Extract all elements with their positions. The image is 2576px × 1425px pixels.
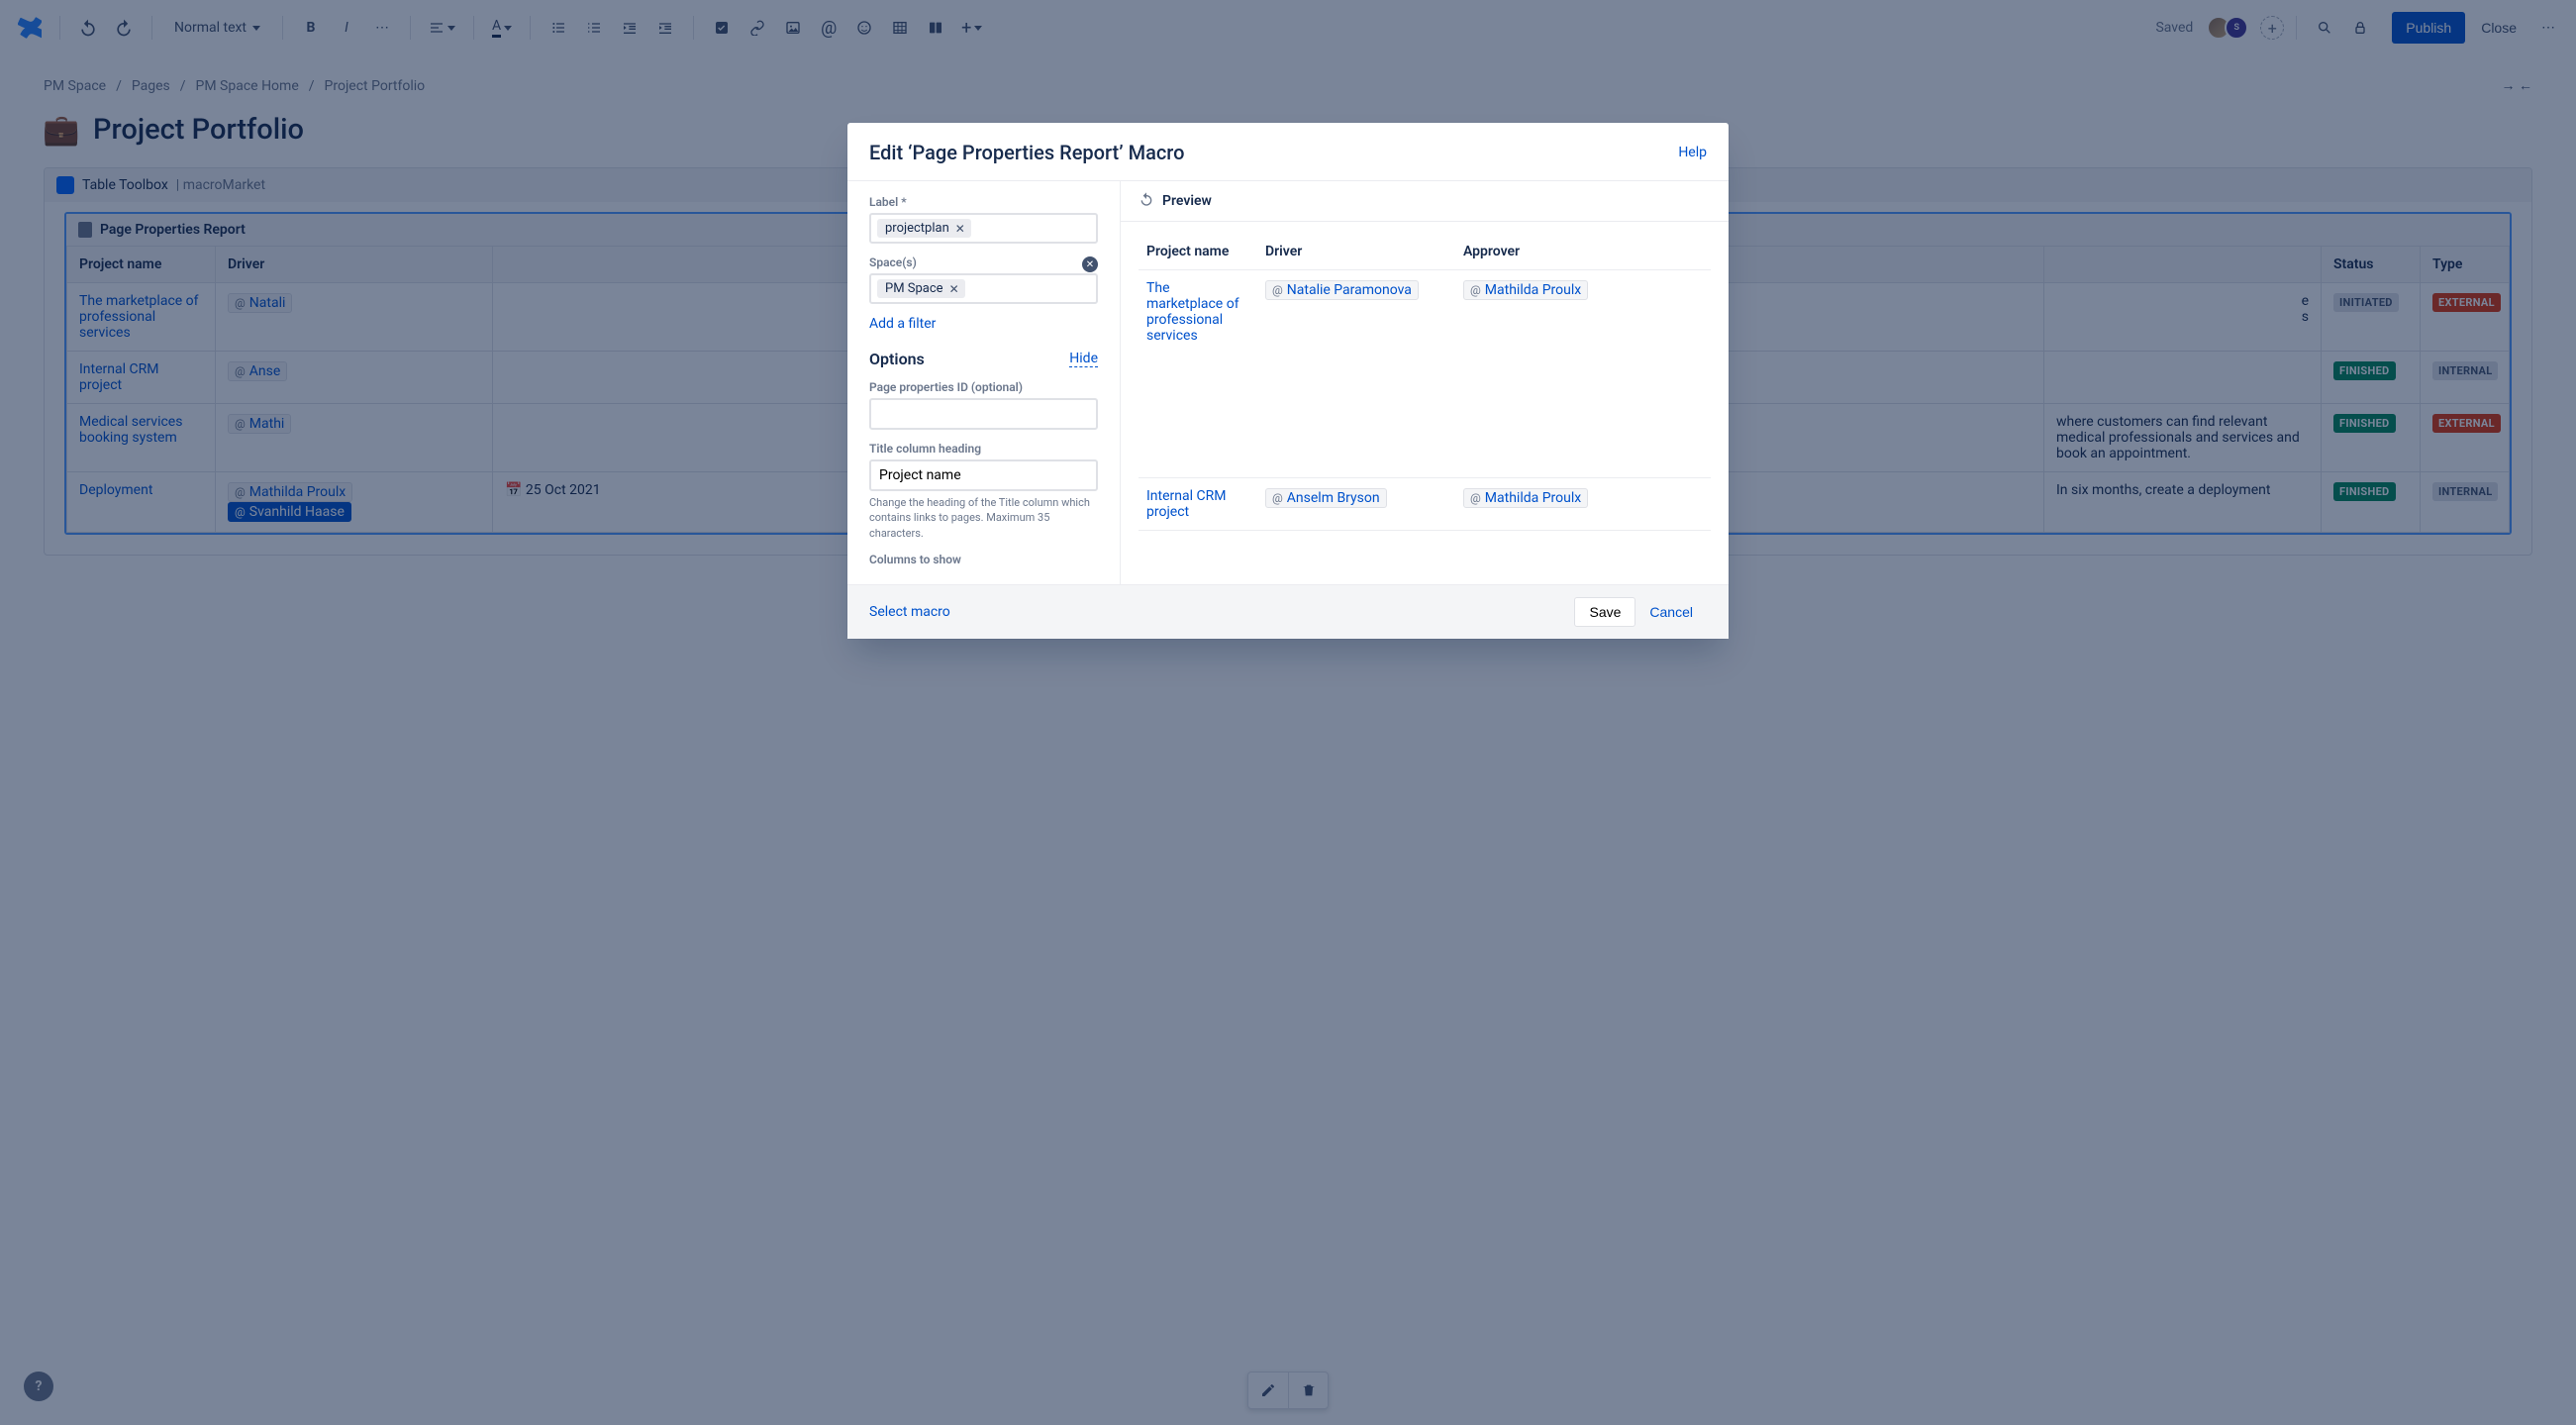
project-link[interactable]: The marketplace of professional services (1146, 280, 1239, 344)
label-input[interactable]: projectplan ✕ (869, 213, 1098, 244)
refresh-icon[interactable] (1139, 191, 1154, 211)
options-header: Options Hide (869, 350, 1098, 368)
modal-overlay: Edit ‘Page Properties Report’ Macro Help… (0, 0, 2576, 1425)
project-link[interactable]: Internal CRM project (1146, 488, 1226, 520)
preview-header: Preview (1121, 181, 1729, 222)
preview-column-header: Project name (1139, 234, 1257, 270)
preview-row: The marketplace of professional services… (1139, 270, 1711, 478)
field-label: Space(s) (869, 255, 917, 269)
field-label: Label * (869, 195, 1098, 209)
save-button[interactable]: Save (1574, 597, 1635, 627)
tag-text: projectplan (885, 221, 949, 236)
tag-text: PM Space (885, 281, 943, 296)
space-tag: PM Space ✕ (877, 279, 965, 298)
modal-preview-pane: Preview Project name Driver Approver (1121, 181, 1729, 584)
preview-column-header: Driver (1257, 234, 1455, 270)
title-column-heading-input[interactable] (869, 459, 1098, 491)
field-label: Title column heading (869, 442, 1098, 456)
edit-macro-modal: Edit ‘Page Properties Report’ Macro Help… (847, 123, 1729, 639)
modal-form-pane: Label * projectplan ✕ Space(s) ✕ (847, 181, 1121, 584)
page-properties-id-field: Page properties ID (optional) (869, 380, 1098, 430)
remove-tag-icon[interactable]: ✕ (953, 222, 967, 236)
preview-row: Internal CRM project Anselm Bryson Mathi… (1139, 478, 1711, 531)
remove-tag-icon[interactable]: ✕ (947, 282, 961, 296)
field-label: Page properties ID (optional) (869, 380, 1098, 394)
preview-title: Preview (1162, 193, 1212, 209)
hide-options-link[interactable]: Hide (1069, 351, 1098, 367)
page-properties-id-input[interactable] (869, 398, 1098, 430)
clear-field-icon[interactable]: ✕ (1082, 256, 1098, 272)
space-input[interactable]: PM Space ✕ (869, 273, 1098, 304)
user-mention[interactable]: Anselm Bryson (1265, 488, 1387, 508)
modal-header: Edit ‘Page Properties Report’ Macro Help (847, 123, 1729, 181)
preview-table: Project name Driver Approver The marketp… (1139, 234, 1711, 531)
field-hint: Change the heading of the Title column w… (869, 495, 1098, 541)
title-column-heading-field: Title column heading Change the heading … (869, 442, 1098, 541)
user-mention[interactable]: Natalie Paramonova (1265, 280, 1419, 300)
modal-title: Edit ‘Page Properties Report’ Macro (869, 141, 1184, 164)
select-macro-link[interactable]: Select macro (869, 604, 950, 620)
label-tag: projectplan ✕ (877, 219, 971, 238)
space-field: Space(s) ✕ PM Space ✕ (869, 255, 1098, 304)
add-filter-link[interactable]: Add a filter (869, 316, 1098, 332)
modal-footer: Select macro Save Cancel (847, 584, 1729, 639)
help-link[interactable]: Help (1678, 145, 1707, 160)
label-field: Label * projectplan ✕ (869, 195, 1098, 244)
field-label: Columns to show (869, 553, 1098, 566)
user-mention[interactable]: Mathilda Proulx (1463, 488, 1588, 508)
columns-to-show-field: Columns to show (869, 553, 1098, 570)
options-title: Options (869, 350, 925, 368)
user-mention[interactable]: Mathilda Proulx (1463, 280, 1588, 300)
cancel-button[interactable]: Cancel (1635, 598, 1707, 626)
preview-column-header: Approver (1455, 234, 1711, 270)
